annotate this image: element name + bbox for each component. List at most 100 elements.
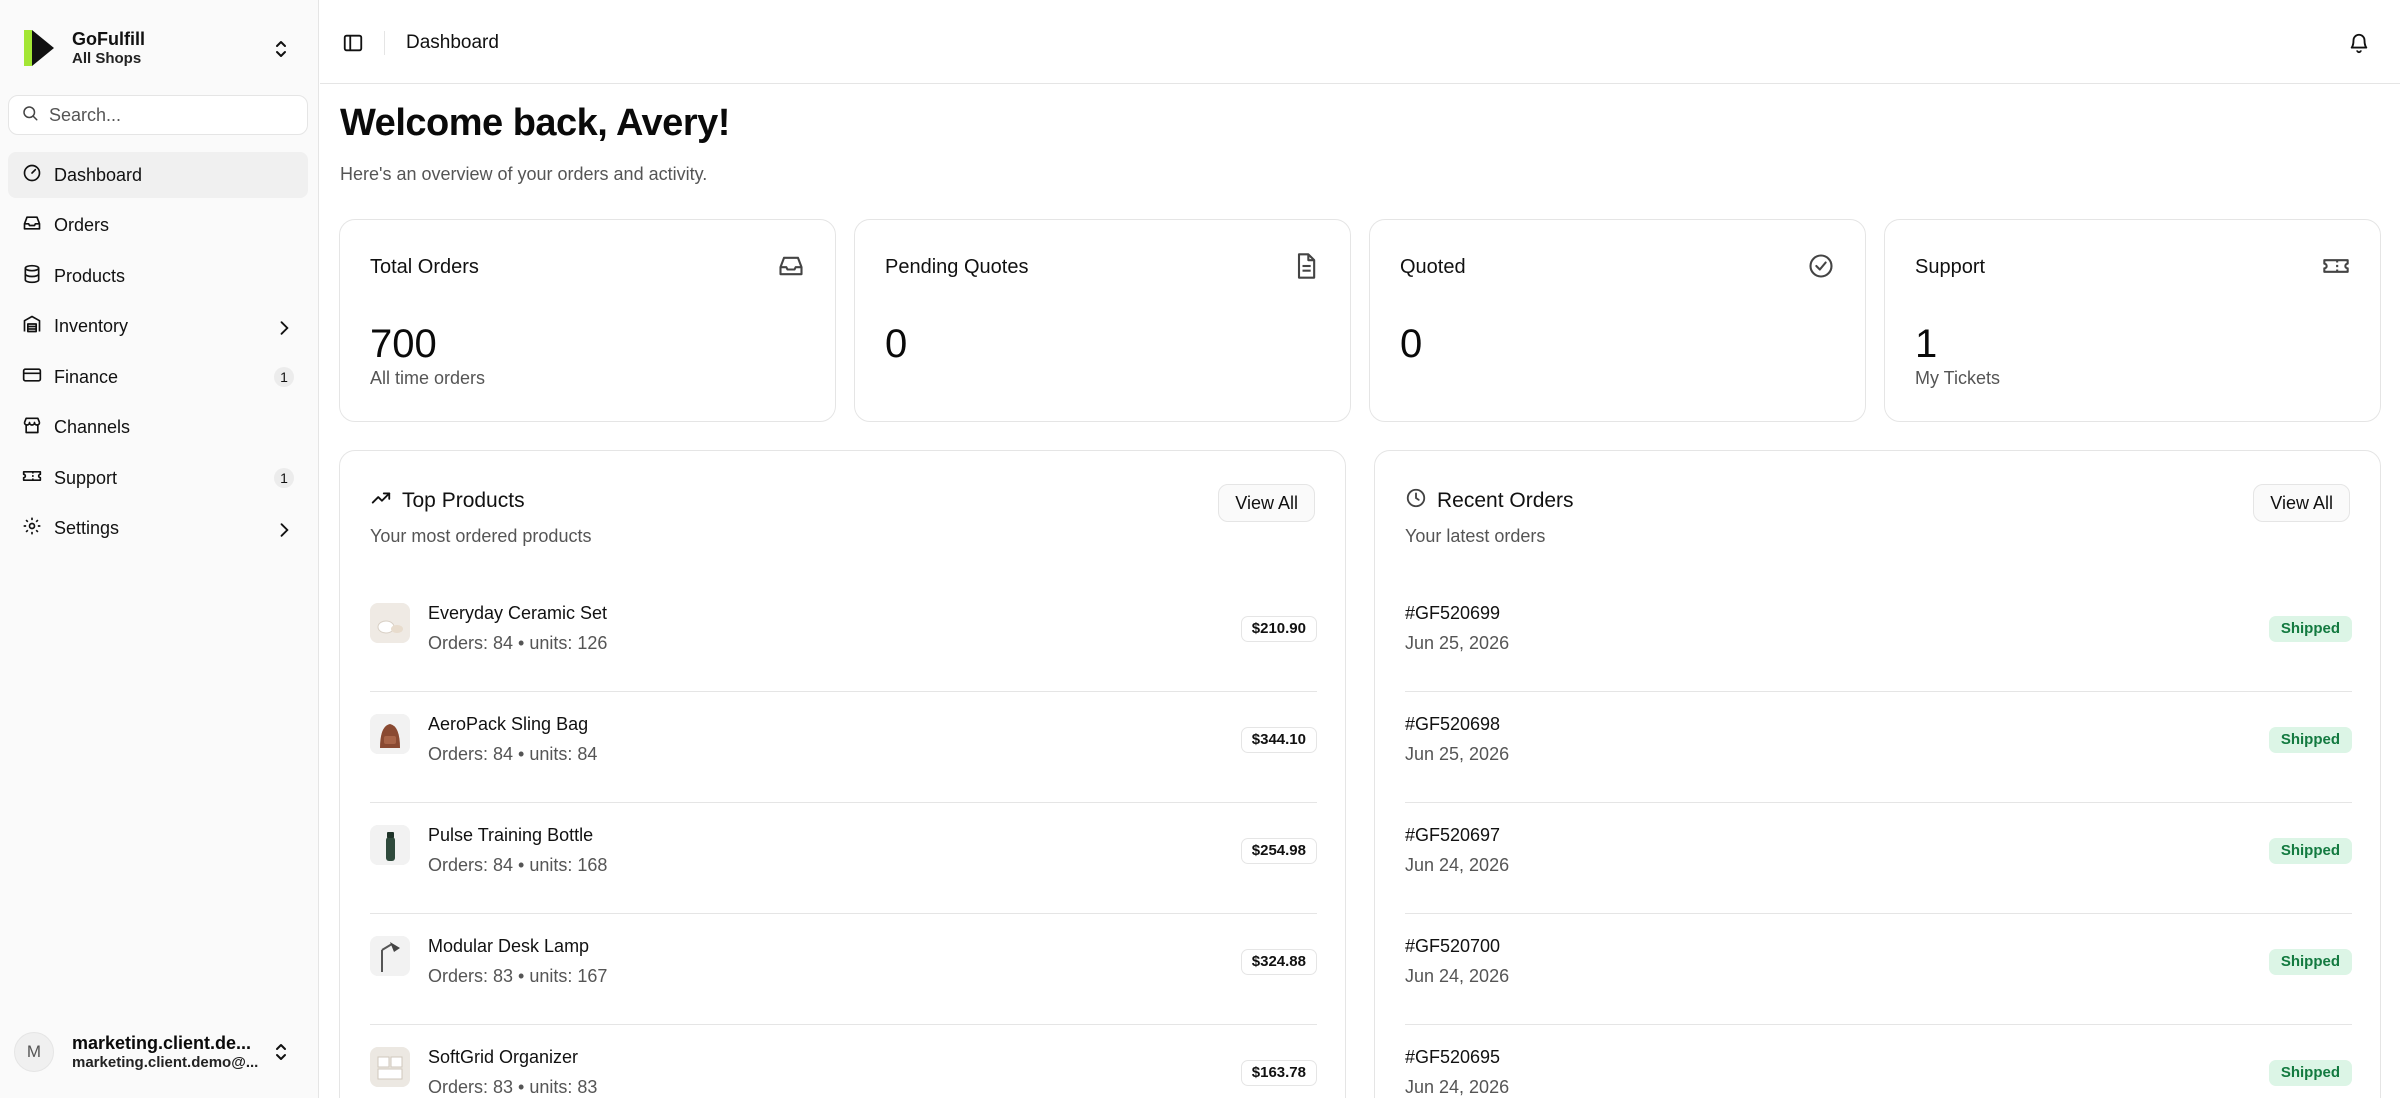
order-id: #GF520699 [1405, 603, 1501, 623]
sidebar-item-dashboard[interactable]: Dashboard [8, 152, 308, 198]
order-row[interactable]: #GF520699 Jun 25, 2026 Shipped [1405, 581, 2352, 692]
product-thumbnail [370, 603, 410, 643]
product-meta: Orders: 84 • units: 126 [428, 633, 608, 653]
store-icon [22, 415, 42, 440]
user-menu[interactable]: M marketing.client.de... marketing.clien… [14, 1026, 304, 1078]
stat-card-pending-quotes: Pending Quotes 0 [854, 219, 1351, 422]
view-all-orders-button[interactable]: View All [2253, 484, 2350, 522]
status-badge: Shipped [2268, 949, 2352, 975]
price-badge: $254.98 [1240, 838, 1317, 864]
clock-icon [1405, 487, 1427, 514]
product-row[interactable]: Modular Desk Lamp Orders: 83 • units: 16… [370, 914, 1317, 1025]
warehouse-icon [22, 314, 42, 339]
order-id: #GF520700 [1405, 936, 1501, 956]
chevron-right-icon [274, 318, 292, 336]
sidebar-item-channels[interactable]: Channels [8, 405, 308, 451]
sidebar-item-label: Channels [54, 417, 131, 437]
panel-subtitle: Your most ordered products [370, 526, 592, 546]
order-id: #GF520697 [1405, 825, 1501, 845]
user-email: marketing.client.demo@... [72, 1054, 259, 1071]
price-badge: $324.88 [1240, 949, 1317, 975]
sidebar-item-finance[interactable]: Finance 1 [8, 354, 308, 400]
panel-title: Top Products [402, 488, 525, 512]
sidebar-item-settings[interactable]: Settings [8, 506, 308, 552]
ticket-icon [22, 466, 42, 491]
panel-title: Recent Orders [1437, 488, 1574, 512]
product-name: AeroPack Sling Bag [428, 714, 589, 734]
database-icon [22, 264, 42, 289]
sidebar-item-support[interactable]: Support 1 [8, 455, 308, 501]
sidebar-item-label: Support [54, 467, 118, 488]
bell-icon[interactable] [2348, 32, 2370, 54]
product-meta: Orders: 84 • units: 168 [428, 855, 608, 875]
sidebar-toggle-icon[interactable] [342, 32, 364, 54]
file-text-icon [1292, 252, 1320, 280]
product-thumbnail [370, 936, 410, 976]
credit-card-icon [22, 365, 42, 390]
header-divider [384, 31, 385, 55]
search-box[interactable] [8, 95, 308, 135]
order-row[interactable]: #GF520698 Jun 25, 2026 Shipped [1405, 692, 2352, 803]
gofulfill-logo [22, 28, 58, 68]
top-products-panel: Top Products Your most ordered products … [339, 450, 1346, 1098]
stat-title: Pending Quotes [885, 256, 1029, 278]
page-title: Welcome back, Avery! [340, 102, 730, 144]
search-input[interactable] [49, 104, 299, 126]
inbox-icon [22, 213, 42, 238]
shop-name: GoFulfill [72, 29, 145, 49]
product-name: Pulse Training Bottle [428, 825, 594, 845]
product-row[interactable]: SoftGrid Organizer Orders: 83 • units: 8… [370, 1025, 1317, 1098]
sidebar-item-inventory[interactable]: Inventory [8, 304, 308, 350]
finance-count-badge: 1 [274, 367, 294, 387]
sidebar-item-label: Products [54, 265, 126, 286]
order-date: Jun 25, 2026 [1405, 633, 1510, 653]
order-id: #GF520698 [1405, 714, 1501, 734]
order-row[interactable]: #GF520700 Jun 24, 2026 Shipped [1405, 914, 2352, 1025]
product-meta: Orders: 83 • units: 83 [428, 1077, 598, 1097]
status-badge: Shipped [2268, 616, 2352, 642]
stat-card-quoted: Quoted 0 [1369, 219, 1866, 422]
product-thumbnail [370, 714, 410, 754]
sidebar: GoFulfill All Shops Dashboard Orders Pro… [0, 0, 319, 1098]
breadcrumb: Dashboard [406, 32, 499, 53]
order-row[interactable]: #GF520695 Jun 24, 2026 Shipped [1405, 1025, 2352, 1098]
order-row[interactable]: #GF520697 Jun 24, 2026 Shipped [1405, 803, 2352, 914]
order-date: Jun 24, 2026 [1405, 1077, 1510, 1097]
sidebar-item-label: Settings [54, 518, 120, 538]
sidebar-item-label: Dashboard [54, 164, 143, 185]
status-badge: Shipped [2268, 838, 2352, 864]
stat-description: My Tickets [1915, 368, 2001, 388]
price-badge: $344.10 [1240, 727, 1317, 753]
gauge-icon [22, 163, 42, 188]
panel-subtitle: Your latest orders [1405, 526, 1546, 546]
product-name: Modular Desk Lamp [428, 936, 590, 956]
product-row[interactable]: AeroPack Sling Bag Orders: 84 • units: 8… [370, 692, 1317, 803]
status-badge: Shipped [2268, 727, 2352, 753]
stat-title: Quoted [1400, 256, 1466, 278]
order-date: Jun 25, 2026 [1405, 744, 1510, 764]
product-name: Everyday Ceramic Set [428, 603, 608, 623]
top-header: Dashboard [320, 0, 2400, 84]
product-thumbnail [370, 825, 410, 865]
order-id: #GF520695 [1405, 1047, 1501, 1067]
check-circle-icon [1807, 252, 1835, 280]
stat-value: 0 [885, 322, 908, 366]
stat-value: 0 [1400, 322, 1423, 366]
order-date: Jun 24, 2026 [1405, 966, 1510, 986]
order-date: Jun 24, 2026 [1405, 855, 1510, 875]
stat-card-total-orders: Total Orders 700 All time orders [339, 219, 836, 422]
product-row[interactable]: Pulse Training Bottle Orders: 84 • units… [370, 803, 1317, 914]
avatar: M [14, 1032, 54, 1072]
ticket-icon [2322, 252, 2350, 280]
chevrons-up-down-icon [272, 1041, 290, 1063]
shop-switcher[interactable]: GoFulfill All Shops [14, 18, 304, 78]
sidebar-item-products[interactable]: Products [8, 253, 308, 299]
sidebar-item-orders[interactable]: Orders [8, 203, 308, 249]
gear-icon [22, 516, 42, 541]
sidebar-item-label: Orders [54, 215, 110, 235]
shop-subtitle: All Shops [72, 50, 142, 67]
product-row[interactable]: Everyday Ceramic Set Orders: 84 • units:… [370, 581, 1317, 692]
price-badge: $163.78 [1240, 1060, 1317, 1086]
view-all-products-button[interactable]: View All [1218, 484, 1315, 522]
stat-description: All time orders [370, 368, 486, 388]
